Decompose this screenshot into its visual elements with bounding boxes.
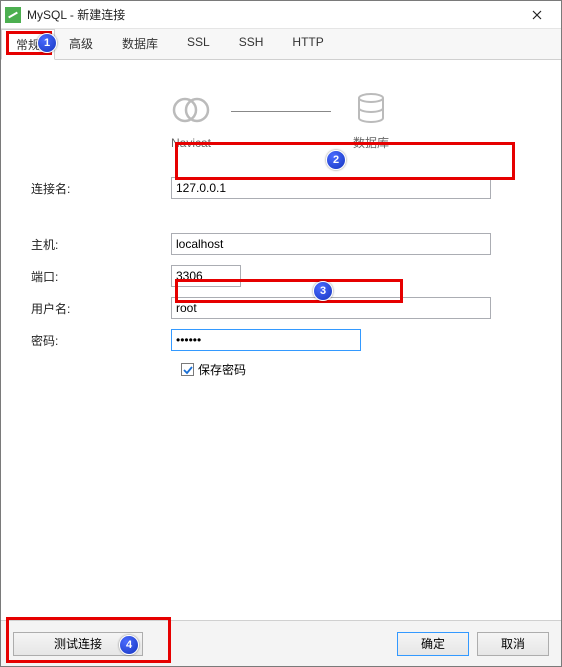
- label-port: 端口:: [21, 268, 171, 285]
- navicat-icon: [171, 90, 211, 130]
- app-icon: [5, 7, 21, 23]
- dialog-window: MySQL - 新建连接 常规 高级 数据库 SSL SSH HTTP Navi…: [0, 0, 562, 667]
- input-user[interactable]: [171, 297, 491, 319]
- tab-bar: 常规 高级 数据库 SSL SSH HTTP: [1, 29, 561, 60]
- tab-database[interactable]: 数据库: [108, 29, 173, 59]
- diagram-connector: [231, 111, 331, 112]
- label-connection-name: 连接名:: [21, 180, 171, 197]
- database-icon: [351, 88, 391, 128]
- test-connection-button[interactable]: 测试连接: [13, 632, 143, 656]
- label-user: 用户名:: [21, 300, 171, 317]
- close-button[interactable]: [517, 1, 557, 29]
- label-password: 密码:: [21, 332, 171, 349]
- label-host: 主机:: [21, 236, 171, 253]
- tab-advanced[interactable]: 高级: [55, 29, 108, 59]
- tab-general[interactable]: 常规: [1, 29, 55, 60]
- checkbox-save-password[interactable]: 保存密码: [181, 361, 541, 378]
- connection-diagram: Navicat 数据库: [21, 88, 541, 151]
- title-bar: MySQL - 新建连接: [1, 1, 561, 29]
- cancel-button[interactable]: 取消: [477, 632, 549, 656]
- diagram-left-label: Navicat: [171, 136, 211, 150]
- tab-http[interactable]: HTTP: [278, 29, 338, 59]
- tab-ssh[interactable]: SSH: [225, 29, 279, 59]
- diagram-right-label: 数据库: [353, 134, 389, 151]
- window-title: MySQL - 新建连接: [27, 6, 517, 23]
- input-host[interactable]: [171, 233, 491, 255]
- input-connection-name[interactable]: [171, 177, 491, 199]
- label-save-password: 保存密码: [198, 361, 246, 378]
- ok-button[interactable]: 确定: [397, 632, 469, 656]
- content-area: Navicat 数据库 连接名: 主机: 端口: 用户名:: [1, 60, 561, 620]
- window-subtitle: 新建连接: [77, 8, 125, 22]
- input-port[interactable]: [171, 265, 241, 287]
- checkmark-icon: [181, 363, 194, 376]
- input-password[interactable]: [171, 329, 361, 351]
- button-bar: 测试连接 确定 取消: [1, 620, 561, 666]
- app-name: MySQL: [27, 8, 67, 22]
- close-icon: [532, 10, 542, 20]
- tab-ssl[interactable]: SSL: [173, 29, 225, 59]
